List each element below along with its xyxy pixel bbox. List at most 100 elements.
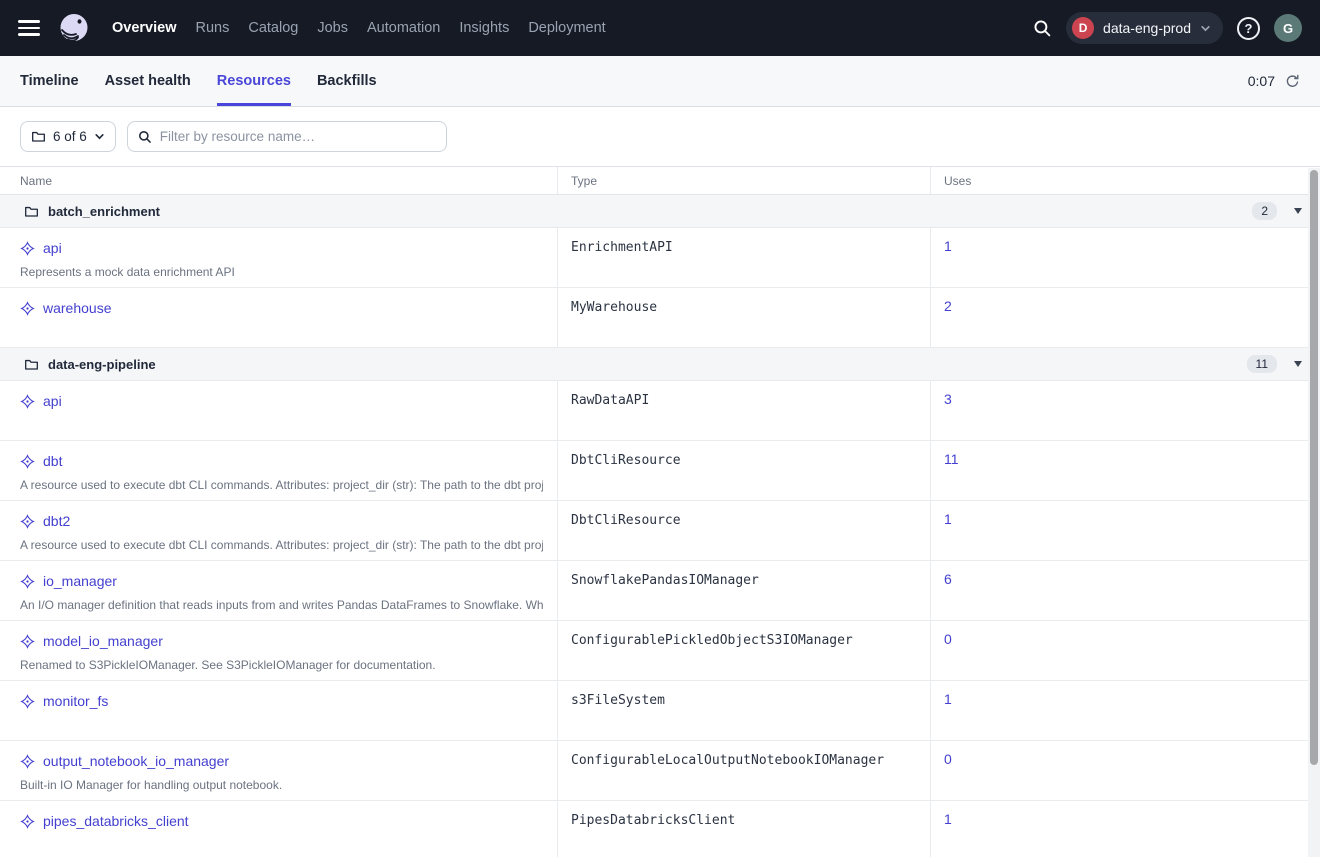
- name-cell: api Represents a mock data enrichment AP…: [0, 228, 557, 287]
- group-name: batch_enrichment: [48, 204, 160, 219]
- collapse-caret-icon[interactable]: [1294, 208, 1302, 214]
- group-row-batch-enrichment[interactable]: batch_enrichment 2: [0, 195, 1320, 228]
- tab-asset-health[interactable]: Asset health: [105, 56, 191, 106]
- nav-item-deployment[interactable]: Deployment: [528, 20, 605, 36]
- group-count-badge: 11: [1247, 355, 1277, 373]
- resource-icon: [20, 454, 35, 469]
- folder-icon: [24, 357, 39, 372]
- resource-icon: [20, 241, 35, 256]
- uses-cell: 0: [930, 621, 1308, 680]
- name-cell: dbt2 A resource used to execute dbt CLI …: [0, 501, 557, 560]
- resource-icon: [20, 394, 35, 409]
- resource-type: SnowflakePandasIOManager: [571, 573, 759, 588]
- type-cell: s3FileSystem: [557, 681, 930, 740]
- tab-backfills[interactable]: Backfills: [317, 56, 377, 106]
- table-row: output_notebook_io_manager Built-in IO M…: [0, 741, 1320, 801]
- uses-count-link[interactable]: 6: [944, 571, 952, 587]
- table-row: api Represents a mock data enrichment AP…: [0, 228, 1320, 288]
- name-cell: pipes_databricks_client: [0, 801, 557, 857]
- resource-name-link[interactable]: model_io_manager: [43, 633, 163, 649]
- tab-resources[interactable]: Resources: [217, 56, 291, 106]
- name-cell: dbt A resource used to execute dbt CLI c…: [0, 441, 557, 500]
- resource-name-link[interactable]: api: [43, 393, 62, 409]
- resource-name-link[interactable]: dbt: [43, 453, 62, 469]
- nav-item-catalog[interactable]: Catalog: [248, 20, 298, 36]
- column-header-uses: Uses: [930, 167, 1308, 194]
- type-cell: EnrichmentAPI: [557, 228, 930, 287]
- nav-items: Overview Runs Catalog Jobs Automation Insight…: [112, 20, 606, 36]
- tabs: Timeline Asset health Resources Backfills: [20, 56, 377, 106]
- resource-name-link[interactable]: dbt2: [43, 513, 70, 529]
- resource-type: EnrichmentAPI: [571, 240, 673, 255]
- dagster-logo-icon[interactable]: [56, 10, 92, 46]
- uses-count-link[interactable]: 2: [944, 298, 952, 314]
- collapse-caret-icon[interactable]: [1294, 361, 1302, 367]
- table-body: batch_enrichment 2 api Represents a mock…: [0, 195, 1320, 857]
- name-cell: output_notebook_io_manager Built-in IO M…: [0, 741, 557, 800]
- resource-name-link[interactable]: pipes_databricks_client: [43, 813, 189, 829]
- tab-bar: Timeline Asset health Resources Backfills 0…: [0, 56, 1320, 107]
- nav-item-overview[interactable]: Overview: [112, 20, 177, 36]
- tab-timeline[interactable]: Timeline: [20, 56, 79, 106]
- resource-description: Represents a mock data enrichment API: [20, 265, 543, 279]
- nav-item-automation[interactable]: Automation: [367, 20, 440, 36]
- resource-name-link[interactable]: output_notebook_io_manager: [43, 753, 229, 769]
- resource-description: An I/O manager definition that reads inp…: [20, 598, 543, 612]
- resource-name-link[interactable]: monitor_fs: [43, 693, 108, 709]
- type-cell: DbtCliResource: [557, 441, 930, 500]
- resource-icon: [20, 574, 35, 589]
- uses-count-link[interactable]: 11: [944, 451, 959, 467]
- workspace-switcher[interactable]: D data-eng-prod: [1066, 12, 1223, 44]
- help-button[interactable]: ?: [1237, 17, 1260, 40]
- name-cell: warehouse: [0, 288, 557, 347]
- refresh-timer: 0:07: [1248, 73, 1275, 89]
- nav-item-runs[interactable]: Runs: [196, 20, 230, 36]
- table-row: model_io_manager Renamed to S3PickleIOMa…: [0, 621, 1320, 681]
- uses-count-link[interactable]: 0: [944, 751, 952, 767]
- nav-item-insights[interactable]: Insights: [459, 20, 509, 36]
- uses-cell: 1: [930, 228, 1308, 287]
- resource-name-link[interactable]: io_manager: [43, 573, 117, 589]
- search-button[interactable]: [1033, 19, 1052, 38]
- uses-count-link[interactable]: 1: [944, 811, 952, 827]
- vertical-scrollbar[interactable]: [1308, 168, 1320, 857]
- nav-item-jobs[interactable]: Jobs: [317, 20, 348, 36]
- resource-description: A resource used to execute dbt CLI comma…: [20, 538, 543, 552]
- user-avatar[interactable]: G: [1274, 14, 1302, 42]
- search-icon: [1033, 19, 1052, 38]
- type-cell: SnowflakePandasIOManager: [557, 561, 930, 620]
- scrollbar-thumb[interactable]: [1310, 170, 1318, 765]
- resource-name-link[interactable]: api: [43, 240, 62, 256]
- type-cell: MyWarehouse: [557, 288, 930, 347]
- refresh-button[interactable]: [1285, 74, 1300, 89]
- chevron-down-icon: [1200, 23, 1211, 34]
- resource-icon: [20, 814, 35, 829]
- resource-name-link[interactable]: warehouse: [43, 300, 112, 316]
- name-cell: io_manager An I/O manager definition tha…: [0, 561, 557, 620]
- resource-type: RawDataAPI: [571, 393, 649, 408]
- resource-filter-input[interactable]: [160, 129, 436, 144]
- resource-description: A resource used to execute dbt CLI comma…: [20, 478, 543, 492]
- uses-cell: 3: [930, 381, 1308, 440]
- uses-cell: 0: [930, 741, 1308, 800]
- uses-count-link[interactable]: 1: [944, 691, 952, 707]
- resource-icon: [20, 301, 35, 316]
- top-nav-right: D data-eng-prod ? G: [1033, 12, 1302, 44]
- resource-type: ConfigurableLocalOutputNotebookIOManager: [571, 753, 884, 768]
- uses-count-link[interactable]: 3: [944, 391, 952, 407]
- uses-count-link[interactable]: 1: [944, 238, 952, 254]
- resource-type: ConfigurablePickledObjectS3IOManager: [571, 633, 853, 648]
- hamburger-menu-icon[interactable]: [18, 20, 40, 36]
- workspace-name: data-eng-prod: [1103, 20, 1191, 36]
- resources-table: Name Type Uses batch_enrichment 2 api Re…: [0, 166, 1320, 857]
- top-nav: Overview Runs Catalog Jobs Automation Insight…: [0, 0, 1320, 56]
- group-row-data-eng-pipeline[interactable]: data-eng-pipeline 11: [0, 348, 1320, 381]
- type-cell: RawDataAPI: [557, 381, 930, 440]
- uses-count-link[interactable]: 1: [944, 511, 952, 527]
- folder-icon: [31, 129, 46, 144]
- refresh-icon: [1285, 74, 1300, 89]
- type-cell: PipesDatabricksClient: [557, 801, 930, 857]
- uses-count-link[interactable]: 0: [944, 631, 952, 647]
- code-location-filter-button[interactable]: 6 of 6: [20, 121, 116, 152]
- table-row: monitor_fs s3FileSystem 1: [0, 681, 1320, 741]
